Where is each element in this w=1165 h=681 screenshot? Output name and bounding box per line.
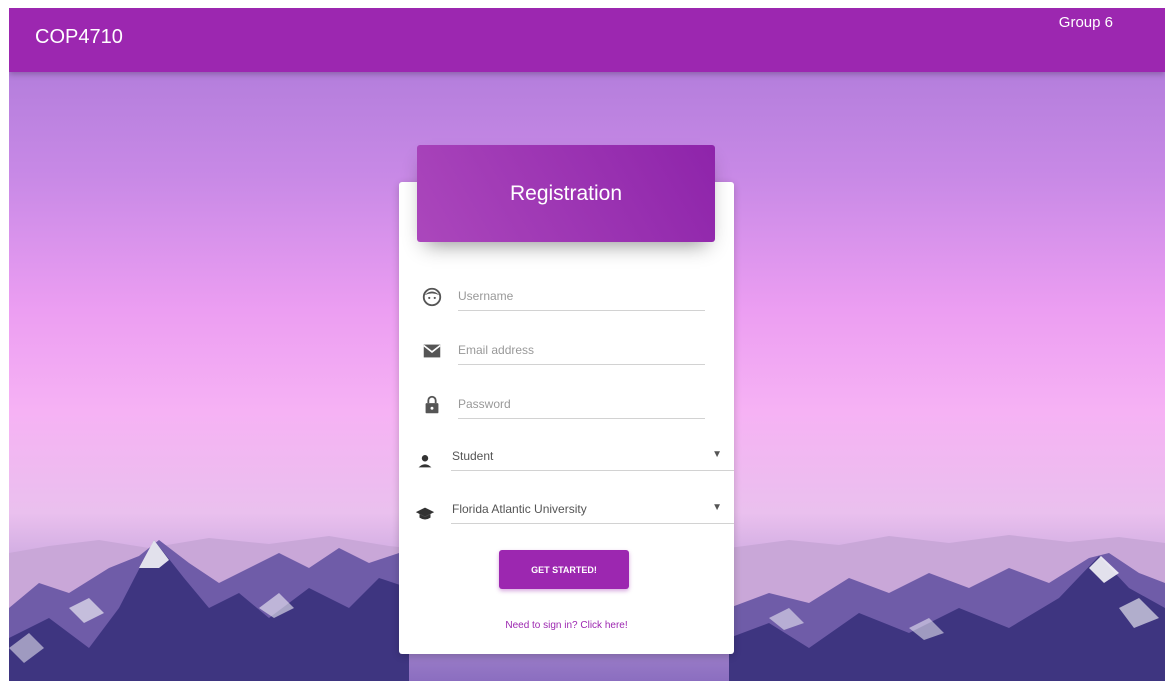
registration-card: Student ▼ Florida Atlantic University ▼ … (399, 182, 734, 654)
password-row (399, 384, 734, 424)
lock-icon (425, 395, 439, 414)
person-icon (418, 455, 432, 468)
university-select-value: Florida Atlantic University (452, 502, 587, 516)
role-underline (451, 470, 734, 471)
top-app-bar: COP4710 Group 6 (9, 8, 1165, 72)
username-input[interactable] (458, 284, 705, 308)
brand-link[interactable]: COP4710 (35, 26, 123, 49)
chevron-down-icon: ▼ (712, 502, 722, 513)
role-select[interactable]: Student ▼ (399, 439, 734, 479)
face-icon (422, 287, 442, 307)
school-icon (415, 507, 435, 520)
app-frame: COP4710 Group 6 Registration Username Em… (9, 8, 1165, 681)
chevron-down-icon: ▼ (712, 449, 722, 460)
username-underline (458, 310, 705, 311)
signin-link[interactable]: Need to sign in? Click here! (399, 620, 734, 631)
group-link[interactable]: Group 6 (1059, 14, 1113, 31)
password-input[interactable] (458, 392, 705, 416)
email-row (399, 330, 734, 370)
email-underline (458, 364, 705, 365)
card-header: Registration (417, 145, 715, 242)
username-row (399, 276, 734, 316)
email-input[interactable] (458, 338, 705, 362)
get-started-button[interactable]: GET STARTED! (499, 550, 629, 589)
password-underline (458, 418, 705, 419)
card-title: Registration (509, 181, 623, 205)
role-select-value: Student (452, 449, 494, 463)
university-underline (451, 523, 734, 524)
university-select[interactable]: Florida Atlantic University ▼ (399, 492, 734, 532)
mail-icon (423, 344, 441, 358)
